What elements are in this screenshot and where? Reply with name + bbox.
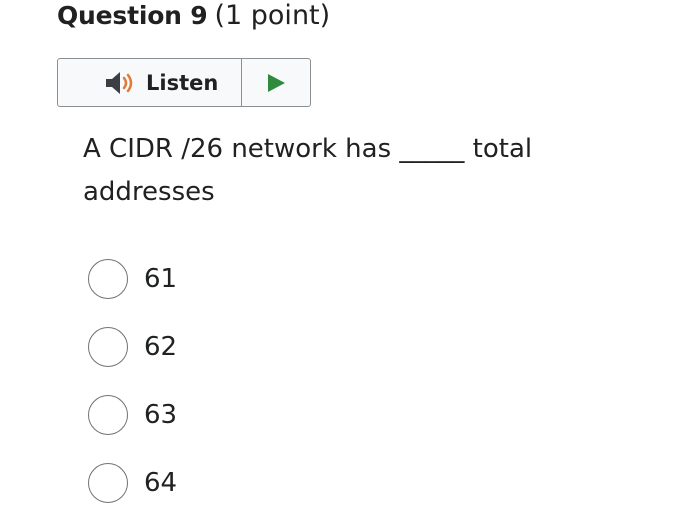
question-number: Question 9: [57, 1, 208, 30]
answer-option[interactable]: 64: [88, 461, 177, 505]
radio-button[interactable]: [88, 259, 128, 299]
answer-options: 61 62 63 64: [88, 257, 177, 529]
radio-button[interactable]: [88, 395, 128, 435]
listen-widget: Listen: [57, 58, 311, 107]
answer-option[interactable]: 61: [88, 257, 177, 301]
option-label: 63: [144, 400, 178, 430]
question-text: A CIDR /26 network has _____ total addre…: [83, 134, 533, 207]
answer-option[interactable]: 62: [88, 325, 177, 369]
speaker-icon: [104, 70, 138, 96]
radio-button[interactable]: [88, 463, 128, 503]
radio-button[interactable]: [88, 327, 128, 367]
option-label: 62: [144, 332, 178, 362]
option-label: 64: [144, 468, 178, 498]
answer-option[interactable]: 63: [88, 393, 177, 437]
question-header: Question 9 (1 point): [57, 0, 330, 36]
play-button[interactable]: [242, 59, 310, 106]
listen-button[interactable]: Listen: [58, 59, 242, 106]
listen-label: Listen: [146, 70, 219, 95]
question-points: (1 point): [214, 0, 331, 31]
play-icon: [265, 72, 287, 94]
option-label: 61: [144, 264, 178, 294]
